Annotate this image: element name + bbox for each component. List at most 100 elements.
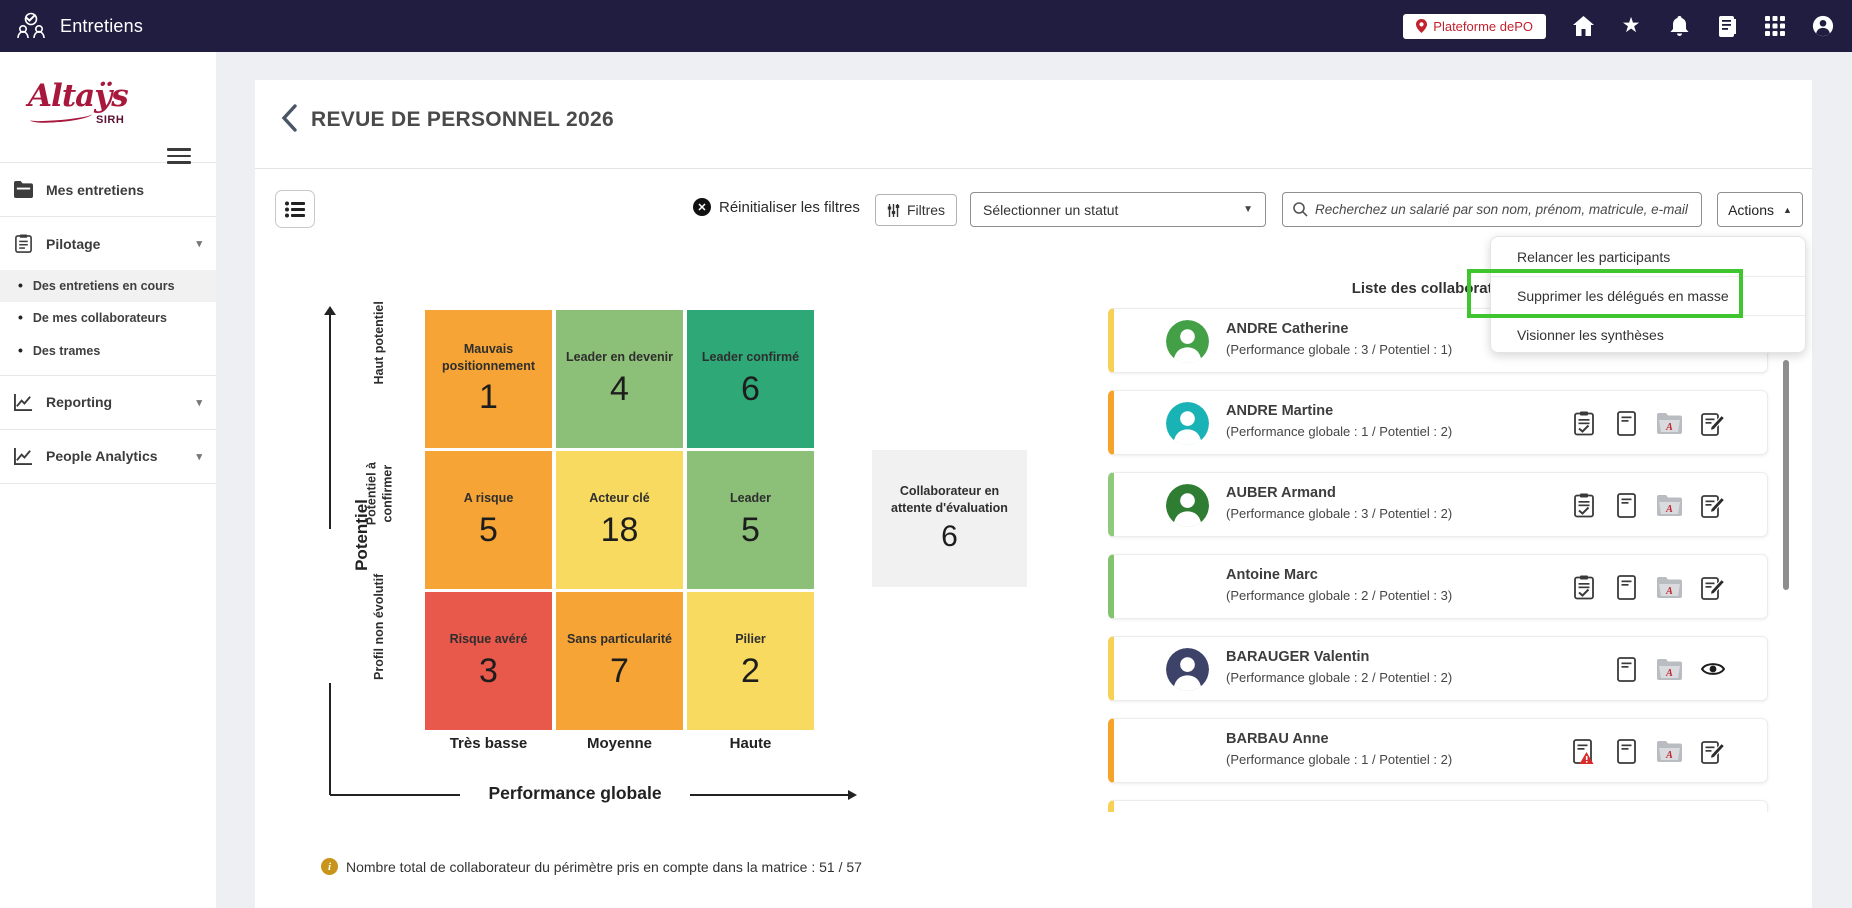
altays-logo: Altaÿs xyxy=(28,78,129,114)
status-select[interactable]: Sélectionner un statut ▼ xyxy=(970,192,1266,227)
back-icon[interactable] xyxy=(281,104,297,137)
chevron-down-icon: ▾ xyxy=(196,238,202,250)
menu-item-visionner-syntheses[interactable]: Visionner les synthèses xyxy=(1491,315,1805,354)
svg-text:A: A xyxy=(1665,586,1673,597)
svg-text:A: A xyxy=(1665,504,1673,515)
apps-grid-icon[interactable] xyxy=(1764,15,1786,37)
bell-icon[interactable] xyxy=(1668,15,1690,37)
matrix-cell[interactable]: Sans particularité 7 xyxy=(556,592,683,730)
collaborator-name: ANDRE Catherine xyxy=(1226,321,1349,337)
collaborator-name: BARAUGER Valentin xyxy=(1226,649,1370,665)
svg-text:A: A xyxy=(1665,422,1673,433)
document-icon[interactable] xyxy=(1614,574,1639,600)
eye-icon[interactable] xyxy=(1700,656,1725,682)
sidebar-item-des-entretiens-en-cours[interactable]: • Des entretiens en cours xyxy=(0,270,216,303)
chart-line-icon xyxy=(14,447,33,465)
collaborator-details: (Performance globale : 2 / Potentiel : 2… xyxy=(1226,670,1453,685)
search-box xyxy=(1282,192,1702,227)
document-icon[interactable] xyxy=(1614,492,1639,518)
y-axis-line xyxy=(329,314,331,529)
avatar xyxy=(1166,320,1209,363)
matrix-note: i Nombre total de collaborateur du périm… xyxy=(321,858,862,875)
sidebar-item-pilotage[interactable]: Pilotage ▾ xyxy=(0,217,216,270)
menu-item-relancer[interactable]: Relancer les participants xyxy=(1491,237,1805,276)
matrix-cell[interactable]: A risque 5 xyxy=(425,451,552,589)
menu-item-supprimer-delegues[interactable]: Supprimer les délégués en masse xyxy=(1491,276,1805,315)
collaborator-card[interactable]: BARAUGER Valentin (Performance globale :… xyxy=(1108,636,1768,701)
collaborator-details: (Performance globale : 3 / Potentiel : 1… xyxy=(1226,342,1453,357)
clipboard-check-icon[interactable] xyxy=(1571,492,1596,518)
collaborator-card[interactable]: Antoine Marc (Performance globale : 2 / … xyxy=(1108,554,1768,619)
matrix-cell[interactable]: Leader 5 xyxy=(687,451,814,589)
y-axis-line xyxy=(329,683,331,795)
list-view-button[interactable] xyxy=(275,190,315,228)
circle-x-icon: ✕ xyxy=(693,198,711,216)
matrix-row-label: Potentiel à confirmer xyxy=(364,462,394,526)
sidebar-item-mes-entretiens[interactable]: Mes entretiens xyxy=(0,163,216,216)
clipboard-icon xyxy=(15,234,32,253)
list-scrollbar[interactable] xyxy=(1783,360,1789,590)
collaborator-card[interactable]: ANDRE Martine (Performance globale : 1 /… xyxy=(1108,390,1768,455)
folder-pdf-icon[interactable]: A xyxy=(1657,492,1682,518)
collaborator-details: (Performance globale : 1 / Potentiel : 2… xyxy=(1226,424,1453,439)
home-icon[interactable] xyxy=(1572,15,1594,37)
notes-icon[interactable] xyxy=(1716,15,1738,37)
sliders-icon xyxy=(887,203,900,217)
matrix-col-label: Haute xyxy=(729,735,772,752)
x-axis-label: Performance globale xyxy=(460,783,690,804)
collaborator-card-partial[interactable] xyxy=(1108,800,1768,812)
account-icon[interactable] xyxy=(1812,15,1834,37)
document-icon[interactable] xyxy=(1614,410,1639,436)
edit-icon[interactable] xyxy=(1700,410,1725,436)
matrix-row-label: Profil non évolutif xyxy=(372,573,387,680)
document-alert-icon[interactable] xyxy=(1571,738,1596,764)
folder-pdf-icon[interactable]: A xyxy=(1657,738,1682,764)
sidebar-item-people-analytics[interactable]: People Analytics ▾ xyxy=(0,430,216,483)
matrix-cell[interactable]: Acteur clé 18 xyxy=(556,451,683,589)
pending-evaluation-box[interactable]: Collaborateur en attente d'évaluation 6 xyxy=(872,450,1027,587)
collaborator-name: ANDRE Martine xyxy=(1226,403,1334,419)
matrix-cell[interactable]: Leader confirmé 6 xyxy=(687,310,814,448)
chevron-up-icon: ▲ xyxy=(1783,204,1792,215)
platform-badge[interactable]: Plateforme dePO xyxy=(1403,13,1546,39)
app-title: Entretiens xyxy=(60,15,144,36)
collaborator-details: (Performance globale : 3 / Potentiel : 2… xyxy=(1226,506,1453,521)
folder-pdf-icon[interactable]: A xyxy=(1657,656,1682,682)
avatar xyxy=(1166,402,1209,445)
reset-filters-button[interactable]: ✕ Réinitialiser les filtres xyxy=(693,198,860,216)
matrix-cell[interactable]: Pilier 2 xyxy=(687,592,814,730)
collaborator-name: Antoine Marc xyxy=(1226,567,1318,583)
bullet-list-icon xyxy=(285,201,305,217)
chevron-down-icon: ▾ xyxy=(196,396,202,409)
folder-pdf-icon[interactable]: A xyxy=(1657,410,1682,436)
edit-icon[interactable] xyxy=(1700,492,1725,518)
document-icon[interactable] xyxy=(1614,738,1639,764)
sidebar-item-de-mes-collaborateurs[interactable]: • De mes collaborateurs xyxy=(0,302,216,334)
divider xyxy=(255,168,1812,169)
clipboard-check-icon[interactable] xyxy=(1571,574,1596,600)
sidebar-item-reporting[interactable]: Reporting ▾ xyxy=(0,376,216,429)
document-icon[interactable] xyxy=(1614,656,1639,682)
x-axis-line xyxy=(330,794,462,796)
edit-icon[interactable] xyxy=(1700,574,1725,600)
matrix-cell[interactable]: Leader en devenir 4 xyxy=(556,310,683,448)
star-icon[interactable]: ★ xyxy=(1620,15,1642,37)
collaborator-details: (Performance globale : 2 / Potentiel : 3… xyxy=(1226,588,1453,603)
sidebar-item-des-trames[interactable]: • Des trames xyxy=(0,335,216,367)
topbar: Entretiens Plateforme dePO ★ xyxy=(0,0,1852,52)
collaborators-list: ANDRE Catherine (Performance globale : 3… xyxy=(1108,302,1784,812)
collaborator-card[interactable]: BARBAU Anne (Performance globale : 1 / P… xyxy=(1108,718,1768,783)
sidebar: Altaÿs SIRH Mes entretiens Pilotage ▾ • … xyxy=(0,52,216,908)
collaborator-card[interactable]: AUBER Armand (Performance globale : 3 / … xyxy=(1108,472,1768,537)
clipboard-check-icon[interactable] xyxy=(1571,410,1596,436)
page-title: REVUE DE PERSONNEL 2026 xyxy=(311,108,614,131)
edit-icon[interactable] xyxy=(1700,738,1725,764)
matrix-cell[interactable]: Risque avéré 3 xyxy=(425,592,552,730)
actions-button[interactable]: Actions ▲ xyxy=(1717,192,1803,227)
matrix-cell[interactable]: Mauvais positionnement 1 xyxy=(425,310,552,448)
filters-button[interactable]: Filtres xyxy=(875,194,957,226)
folder-pdf-icon[interactable]: A xyxy=(1657,574,1682,600)
main-content: REVUE DE PERSONNEL 2026 ✕ Réinitialiser … xyxy=(255,80,1812,908)
folder-icon xyxy=(14,180,33,199)
search-input[interactable] xyxy=(1315,202,1691,217)
